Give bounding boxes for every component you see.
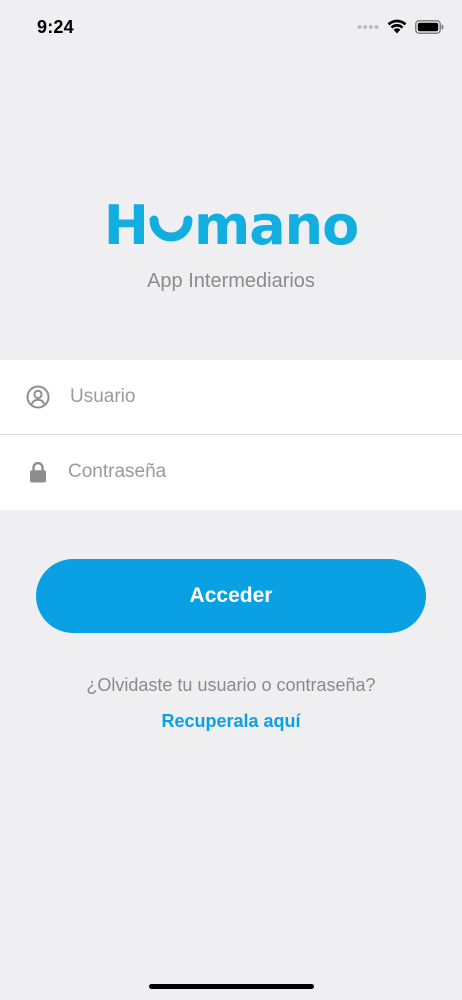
password-input[interactable]: [68, 455, 438, 489]
logo-letters-mano: mano: [193, 194, 359, 257]
login-form: [0, 360, 462, 510]
signal-dots-icon: [357, 24, 379, 29]
user-circle-icon: [26, 385, 50, 409]
login-button[interactable]: Acceder: [36, 559, 426, 633]
wifi-icon: [387, 19, 407, 34]
brand-logo: Hmano: [0, 198, 462, 254]
username-row: [0, 360, 462, 434]
app-subtitle: App Intermediarios: [147, 270, 315, 292]
home-indicator[interactable]: [149, 984, 314, 989]
status-bar: 9:24: [0, 0, 462, 56]
forgot-credentials-text: ¿Olvidaste tu usuario o contraseña?: [86, 675, 376, 695]
smile-icon: [149, 215, 193, 242]
status-time: 9:24: [37, 17, 74, 37]
battery-icon: [415, 19, 444, 34]
password-row: [0, 435, 462, 509]
username-input[interactable]: [70, 380, 440, 414]
recover-link[interactable]: Recuperala aquí: [0, 711, 462, 732]
logo-wordmark: Hmano: [104, 198, 359, 254]
logo-letter-h: H: [103, 194, 149, 257]
status-icons: [357, 19, 444, 34]
lock-icon: [30, 461, 46, 483]
